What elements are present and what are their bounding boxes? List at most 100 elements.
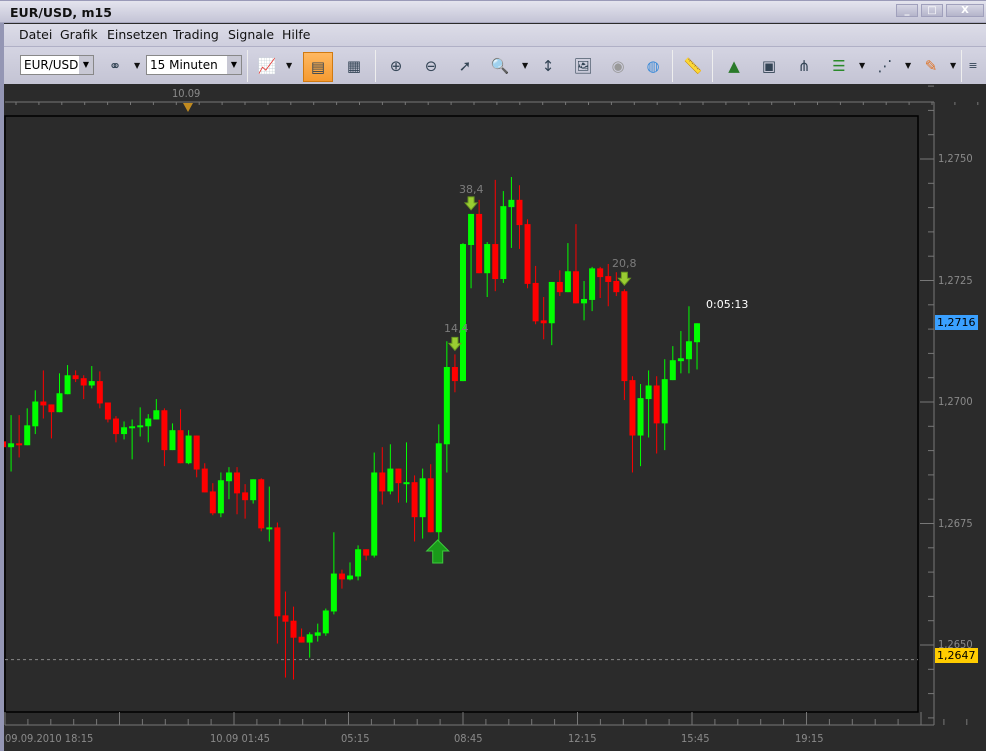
bear-candle-body bbox=[556, 281, 563, 293]
bull-candle-body bbox=[347, 575, 354, 580]
bear-candle-body bbox=[621, 291, 628, 382]
chevron-down-icon[interactable]: ▼ bbox=[522, 61, 528, 70]
bear-candle-body bbox=[540, 320, 547, 324]
bull-candle-body bbox=[250, 479, 257, 501]
timeframe-select[interactable]: 15 Minuten ▼ bbox=[146, 55, 242, 75]
bull-candle-body bbox=[500, 206, 507, 280]
market-watch-icon[interactable]: ▦ bbox=[339, 52, 369, 82]
time-label: 12:15 bbox=[568, 732, 597, 745]
signal-label: 14,4 bbox=[444, 322, 469, 335]
time-label: 08:45 bbox=[454, 732, 483, 745]
bar-countdown: 0:05:13 bbox=[706, 298, 749, 311]
bull-candle-body bbox=[121, 427, 128, 435]
pencil-icon[interactable]: ✎ bbox=[916, 52, 946, 82]
separator bbox=[375, 50, 376, 82]
indicator-list-icon[interactable]: ☰ bbox=[824, 52, 854, 82]
bull-candle-body bbox=[355, 549, 362, 577]
menu-datei[interactable]: Datei bbox=[19, 27, 52, 42]
zoom-in-icon[interactable]: ⊕ bbox=[381, 52, 411, 82]
minimize-button[interactable]: _ bbox=[896, 4, 918, 17]
chevron-down-icon[interactable]: ▼ bbox=[286, 61, 292, 70]
menu-grafik[interactable]: Grafik bbox=[60, 27, 98, 42]
fan-icon[interactable]: ⋰ bbox=[870, 52, 900, 82]
globe-icon[interactable]: ◍ bbox=[638, 52, 668, 82]
symbol-select[interactable]: EUR/USD ▼ bbox=[20, 55, 94, 75]
bear-candle-body bbox=[613, 280, 620, 293]
signal-label: 20,8 bbox=[612, 257, 637, 270]
bull-candle-body bbox=[225, 472, 232, 482]
bear-candle-body bbox=[492, 244, 499, 280]
eye-icon[interactable]: ◉ bbox=[603, 52, 633, 82]
zoom-range-icon[interactable]: 🔍 bbox=[485, 52, 515, 82]
bear-candle-body bbox=[242, 492, 249, 501]
price-tick-label: 1,2725 bbox=[938, 274, 973, 287]
menu-trading[interactable]: Trading bbox=[173, 27, 219, 42]
bear-candle-body bbox=[532, 282, 539, 322]
time-label: 05:15 bbox=[341, 732, 370, 745]
bull-candle-body bbox=[508, 199, 515, 208]
bull-candle-body bbox=[32, 401, 39, 427]
chevron-down-icon: ▼ bbox=[79, 56, 93, 74]
signal-label: 38,4 bbox=[459, 183, 484, 196]
zoom-out-icon[interactable]: ⊖ bbox=[416, 52, 446, 82]
bull-candle-body bbox=[314, 632, 321, 636]
price-chart[interactable] bbox=[0, 0, 986, 751]
bear-candle-body bbox=[524, 224, 531, 284]
bull-candle-body bbox=[129, 426, 136, 429]
bull-candle-body bbox=[266, 527, 273, 530]
maximize-button[interactable]: □ bbox=[921, 4, 943, 17]
bull-candle-body bbox=[145, 418, 152, 427]
bear-candle-body bbox=[379, 472, 386, 492]
menu-einsetzen[interactable]: Einsetzen bbox=[107, 27, 168, 42]
bull-candle-body bbox=[330, 573, 337, 612]
bull-candle-body bbox=[64, 375, 71, 395]
bull-candle-body bbox=[153, 410, 160, 420]
ruler-icon[interactable]: 📏 bbox=[678, 52, 708, 82]
toolbar: EUR/USD ▼ ⚭ ▼ 15 Minuten ▼ 📈 ▼ ▤ ▦ ⊕ ⊖ ➚ 🔍 ▼ … bbox=[4, 46, 986, 84]
chevron-down-icon[interactable]: ▼ bbox=[905, 61, 911, 70]
bear-candle-body bbox=[282, 615, 289, 622]
bull-candle-body bbox=[484, 244, 491, 274]
close-button[interactable]: X bbox=[946, 4, 984, 17]
time-label: 09.09.2010 18:15 bbox=[5, 732, 94, 745]
more-icon[interactable]: ≡ bbox=[962, 52, 984, 82]
template-icon[interactable]: ▣ bbox=[754, 52, 784, 82]
chevron-down-icon[interactable]: ▼ bbox=[950, 61, 956, 70]
price-tick-label: 1,2750 bbox=[938, 152, 973, 165]
bull-candle-body bbox=[581, 298, 588, 304]
bar-chart-mode-button[interactable]: ▤ bbox=[303, 52, 333, 82]
bear-candle-body bbox=[193, 435, 200, 470]
bear-candle-body bbox=[451, 367, 458, 382]
bull-candle-body bbox=[468, 213, 475, 246]
chevron-down-icon[interactable]: ▼ bbox=[859, 61, 865, 70]
window-title: EUR/USD, m15 bbox=[10, 5, 112, 20]
bear-candle-body bbox=[40, 401, 47, 406]
bear-candle-body bbox=[48, 404, 55, 413]
bull-candle-body bbox=[435, 443, 442, 533]
bull-candle-body bbox=[88, 381, 95, 386]
bear-candle-body bbox=[209, 491, 216, 514]
quick-order-icon[interactable]: ⚭ bbox=[100, 52, 130, 82]
bull-candle-body bbox=[306, 634, 313, 643]
bull-candle-body bbox=[371, 472, 378, 556]
chart-type-icon[interactable]: 📈 bbox=[252, 52, 282, 82]
bull-candle-body bbox=[24, 425, 31, 446]
scale-fit-icon[interactable]: ↕ bbox=[533, 52, 563, 82]
pitchfork-icon[interactable]: ⋔ bbox=[789, 52, 819, 82]
screenshot-icon[interactable]: 🖼 bbox=[568, 52, 598, 82]
bull-candle-body bbox=[694, 323, 701, 343]
menu-hilfe[interactable]: Hilfe bbox=[282, 27, 310, 42]
timeframe-value: 15 Minuten bbox=[150, 58, 218, 72]
bear-candle-body bbox=[605, 276, 612, 282]
bear-candle-body bbox=[234, 472, 241, 494]
bull-candle-body bbox=[564, 271, 571, 293]
bull-candle-body bbox=[548, 281, 555, 324]
menu-signale[interactable]: Signale bbox=[228, 27, 274, 42]
bear-candle-body bbox=[104, 402, 111, 420]
bear-candle-body bbox=[177, 430, 184, 464]
zoom-cursor-icon[interactable]: ➚ bbox=[450, 52, 480, 82]
bull-candle-body bbox=[387, 468, 394, 492]
add-image-icon[interactable]: ▲ bbox=[719, 52, 749, 82]
chevron-down-icon[interactable]: ▼ bbox=[134, 61, 140, 70]
title-bar: EUR/USD, m15 _ □ X bbox=[0, 0, 986, 23]
